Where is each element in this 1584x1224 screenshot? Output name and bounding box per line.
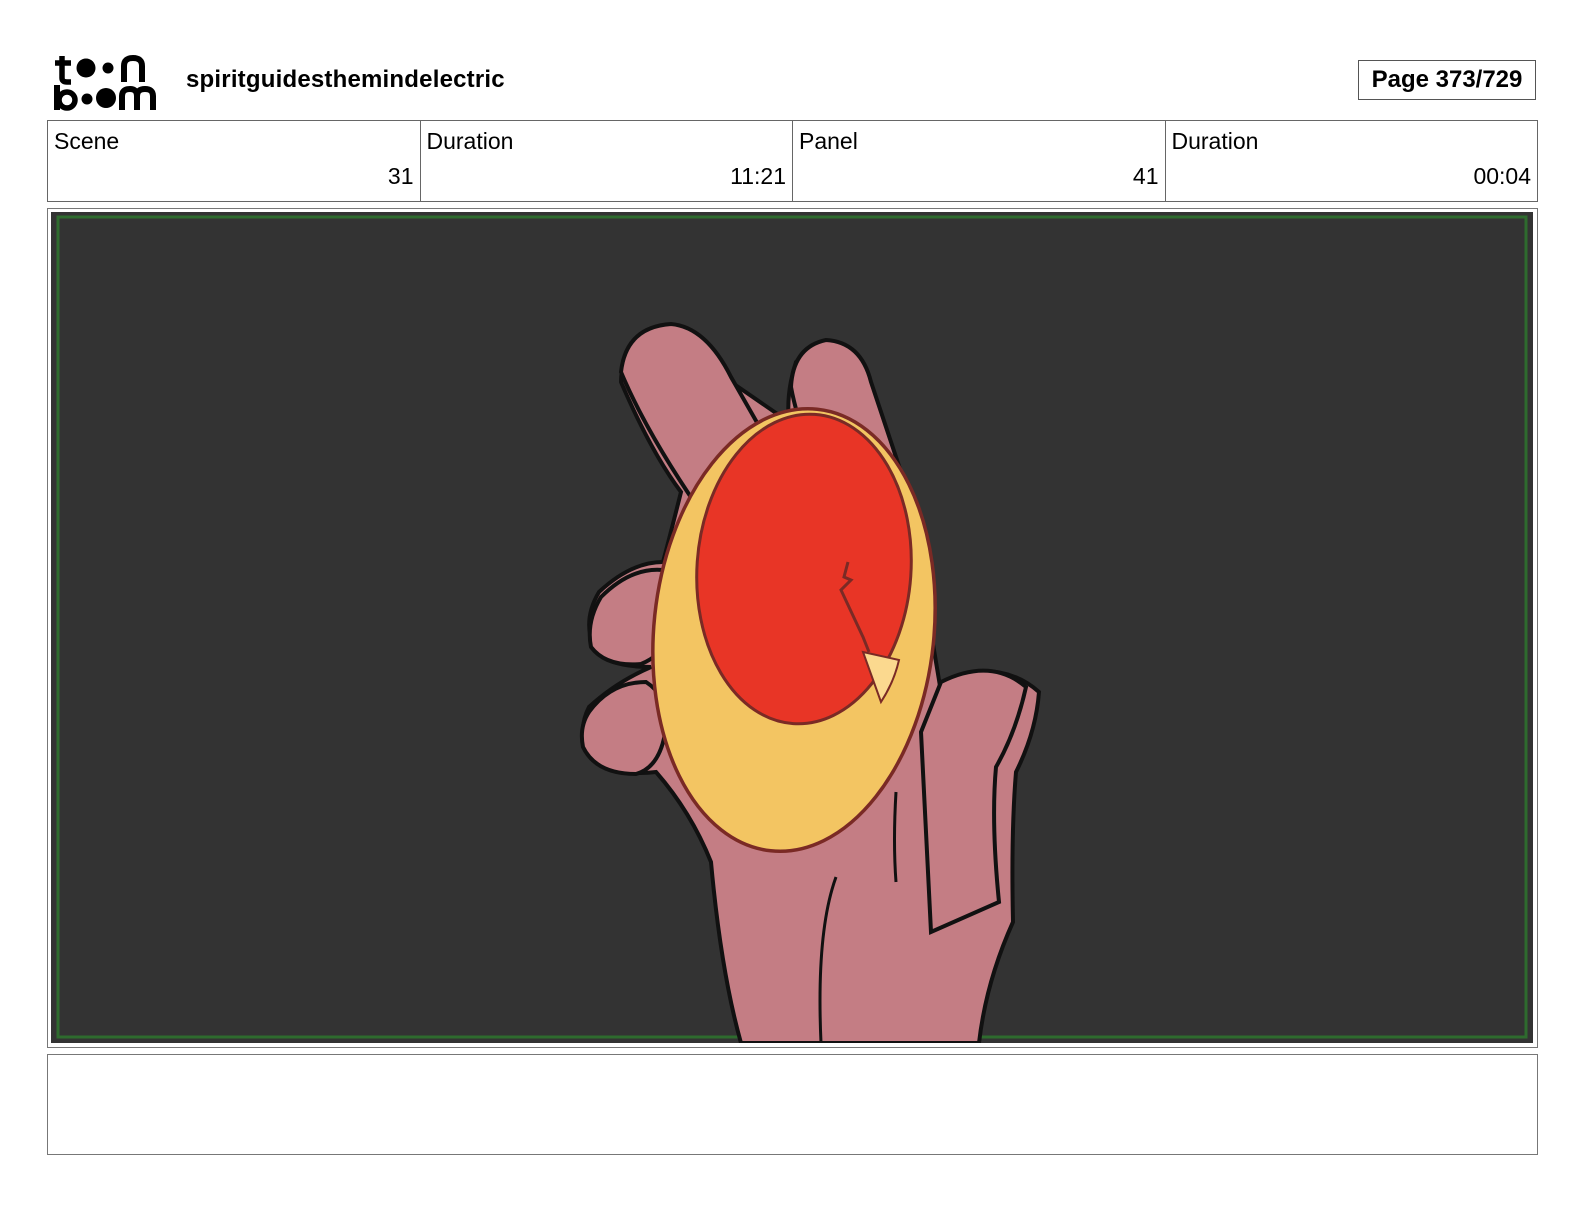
scene-label: Scene (54, 128, 120, 154)
scene-duration-value: 11:21 (730, 163, 786, 189)
project-title: spiritguidesthemindelectric (186, 66, 505, 93)
page-indicator: Page 373/729 (1358, 60, 1536, 100)
palm-crease-line-2 (893, 791, 898, 883)
scene-value: 31 (387, 163, 414, 189)
scene-cell: Scene 31 (48, 121, 421, 201)
panel-cell: Panel 41 (793, 121, 1166, 201)
storyboard-panel-frame (47, 208, 1538, 1048)
storyboard-panel-image (51, 212, 1533, 1043)
panel-duration-label: Duration (1171, 128, 1259, 154)
scene-duration-label: Duration (426, 128, 514, 154)
panel-label: Panel (799, 128, 858, 154)
panel-notes-box (47, 1054, 1538, 1155)
panel-info-table: Scene 31 Duration 11:21 Panel 41 Duratio… (47, 120, 1538, 202)
panel-duration-value: 00:04 (1473, 163, 1531, 189)
panel-value: 41 (1132, 163, 1159, 189)
scene-duration-cell: Duration 11:21 (421, 121, 793, 201)
toon-boom-logo (54, 54, 156, 111)
panel-duration-cell: Duration 00:04 (1166, 121, 1538, 201)
